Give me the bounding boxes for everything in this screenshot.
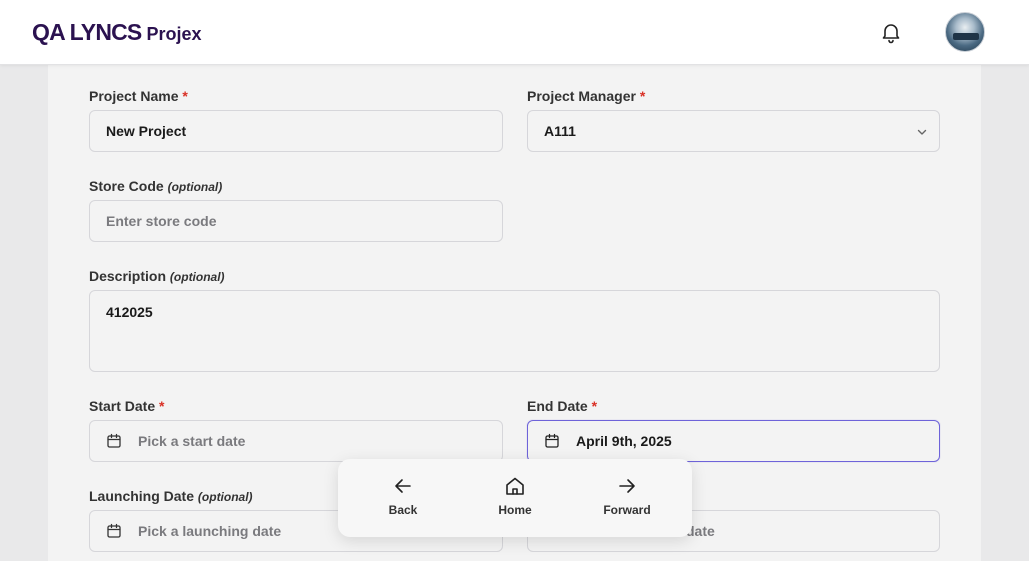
required-mark: * [639, 88, 646, 104]
project-manager-label: Project Manager * [527, 88, 645, 104]
required-mark: * [591, 398, 598, 414]
required-mark: * [182, 88, 188, 104]
forward-label: Forward [603, 503, 651, 517]
brand-sub-text: Projex [146, 24, 202, 44]
start-date-label: Start Date * [89, 398, 164, 414]
description-textarea[interactable]: 412025 [89, 290, 940, 372]
project-manager-value: A111 [544, 123, 576, 139]
store-code-label: Store Code (optional) [89, 178, 222, 194]
project-manager-select[interactable]: A111 [527, 110, 940, 152]
end-date-label-text: End Date [527, 398, 588, 414]
user-avatar[interactable] [945, 12, 985, 52]
brand-logo[interactable]: QA LYNCS Projex [32, 19, 202, 46]
store-code-placeholder: Enter store code [106, 213, 217, 229]
project-name-label-text: Project Name [89, 88, 179, 104]
home-icon [506, 477, 524, 495]
store-code-label-text: Store Code [89, 178, 164, 194]
navigation-popup: Back Home Forward [338, 459, 692, 537]
optional-mark: (optional) [169, 270, 225, 284]
arrow-left-icon [395, 479, 411, 493]
optional-mark: (optional) [167, 180, 223, 194]
calendar-icon [545, 433, 559, 448]
top-bar: QA LYNCS Projex [0, 0, 1029, 65]
start-date-placeholder: Pick a start date [138, 433, 246, 449]
launching-date-label-text: Launching Date [89, 488, 195, 504]
store-code-input[interactable]: Enter store code [89, 200, 503, 242]
home-button[interactable]: Home [480, 475, 550, 517]
description-label: Description (optional) [89, 268, 225, 284]
calendar-icon [107, 433, 121, 448]
end-date-picker[interactable]: April 9th, 2025 [527, 420, 940, 462]
start-date-picker[interactable]: Pick a start date [89, 420, 503, 462]
end-date-value: April 9th, 2025 [576, 433, 672, 449]
brand-main-text: QA LYNCS [32, 19, 142, 45]
project-name-value: New Project [106, 123, 187, 139]
forward-button[interactable]: Forward [592, 475, 662, 517]
project-name-label: Project Name * [89, 88, 188, 104]
bell-icon[interactable] [879, 20, 903, 44]
home-label: Home [498, 503, 532, 517]
project-manager-label-text: Project Manager [527, 88, 636, 104]
required-mark: * [159, 398, 165, 414]
description-label-text: Description [89, 268, 167, 284]
calendar-icon [107, 523, 121, 538]
start-date-label-text: Start Date [89, 398, 156, 414]
launching-date-placeholder: Pick a launching date [138, 523, 282, 539]
optional-mark: (optional) [197, 490, 253, 504]
project-name-input[interactable]: New Project [89, 110, 503, 152]
description-value: 412025 [106, 304, 153, 320]
chevron-down-icon [917, 129, 927, 135]
launching-date-label: Launching Date (optional) [89, 488, 253, 504]
back-button[interactable]: Back [368, 475, 438, 517]
back-label: Back [388, 503, 418, 517]
end-date-label: End Date * [527, 398, 597, 414]
arrow-right-icon [619, 479, 635, 493]
